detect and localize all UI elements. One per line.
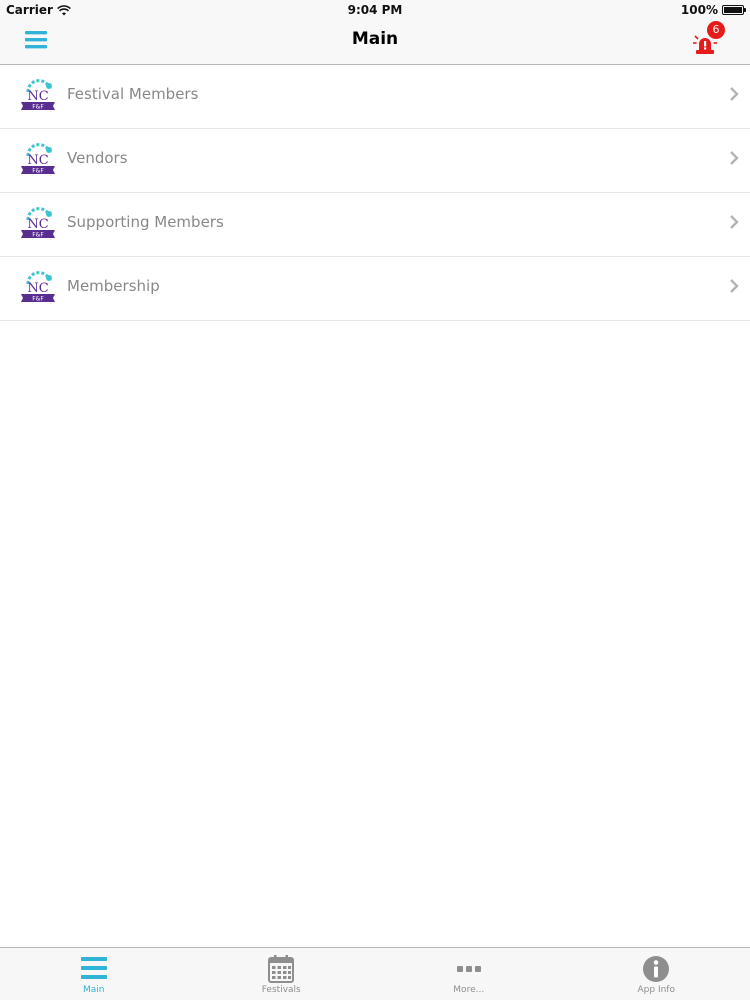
battery-icon: [722, 5, 746, 15]
alert-count-badge: 6: [707, 21, 725, 39]
tab-app-info[interactable]: App Info: [563, 948, 750, 1000]
list-item-label: Festival Members: [67, 85, 199, 103]
calendar-icon: [266, 954, 296, 984]
list-item-membership[interactable]: NC F&F Membership: [0, 257, 750, 321]
menu-icon: [79, 954, 109, 984]
svg-text:NC: NC: [27, 217, 48, 232]
list-item-vendors[interactable]: NC F&F Vendors: [0, 129, 750, 193]
svg-text:F&F: F&F: [32, 232, 44, 239]
info-icon: [641, 954, 671, 984]
ncfe-logo-icon: NC F&F: [19, 269, 57, 307]
svg-text:NC: NC: [27, 281, 48, 296]
tab-festivals[interactable]: Festivals: [188, 948, 376, 1000]
battery-label: 100%: [680, 3, 718, 17]
list-item-label: Vendors: [67, 149, 128, 167]
main-menu-list: NC F&F Festival Members NC F&F Vendors N…: [0, 65, 750, 321]
tab-main[interactable]: Main: [0, 948, 188, 1000]
tab-label: Festivals: [261, 985, 301, 995]
tab-more[interactable]: More...: [375, 948, 563, 1000]
status-time: 9:04 PM: [347, 3, 403, 17]
list-item-label: Membership: [67, 277, 160, 295]
status-bar: Carrier 9:04 PM 100%: [0, 0, 750, 22]
svg-text:NC: NC: [27, 153, 48, 168]
ncfe-logo-icon: NC F&F: [19, 141, 57, 179]
page-title: Main: [351, 29, 399, 49]
chevron-right-icon: [728, 87, 740, 101]
svg-text:F&F: F&F: [32, 296, 44, 303]
list-item-label: Supporting Members: [67, 213, 224, 231]
chevron-right-icon: [728, 215, 740, 229]
tab-bar: Main Festivals More... App Info: [0, 947, 750, 1000]
tab-label: App Info: [637, 985, 675, 995]
more-icon: [454, 954, 484, 984]
svg-text:F&F: F&F: [32, 104, 44, 111]
svg-text:NC: NC: [27, 89, 48, 104]
navigation-bar: Main 6: [0, 21, 750, 65]
chevron-right-icon: [728, 279, 740, 293]
alerts-button[interactable]: 6: [692, 21, 726, 58]
chevron-right-icon: [728, 151, 740, 165]
list-item-festival-members[interactable]: NC F&F Festival Members: [0, 65, 750, 129]
svg-text:F&F: F&F: [32, 168, 44, 175]
status-battery: 100%: [680, 3, 746, 17]
tab-label: More...: [453, 985, 485, 995]
tab-label: Main: [83, 985, 105, 995]
ncfe-logo-icon: NC F&F: [19, 205, 57, 243]
list-item-supporting-members[interactable]: NC F&F Supporting Members: [0, 193, 750, 257]
ncfe-logo-icon: NC F&F: [19, 77, 57, 115]
